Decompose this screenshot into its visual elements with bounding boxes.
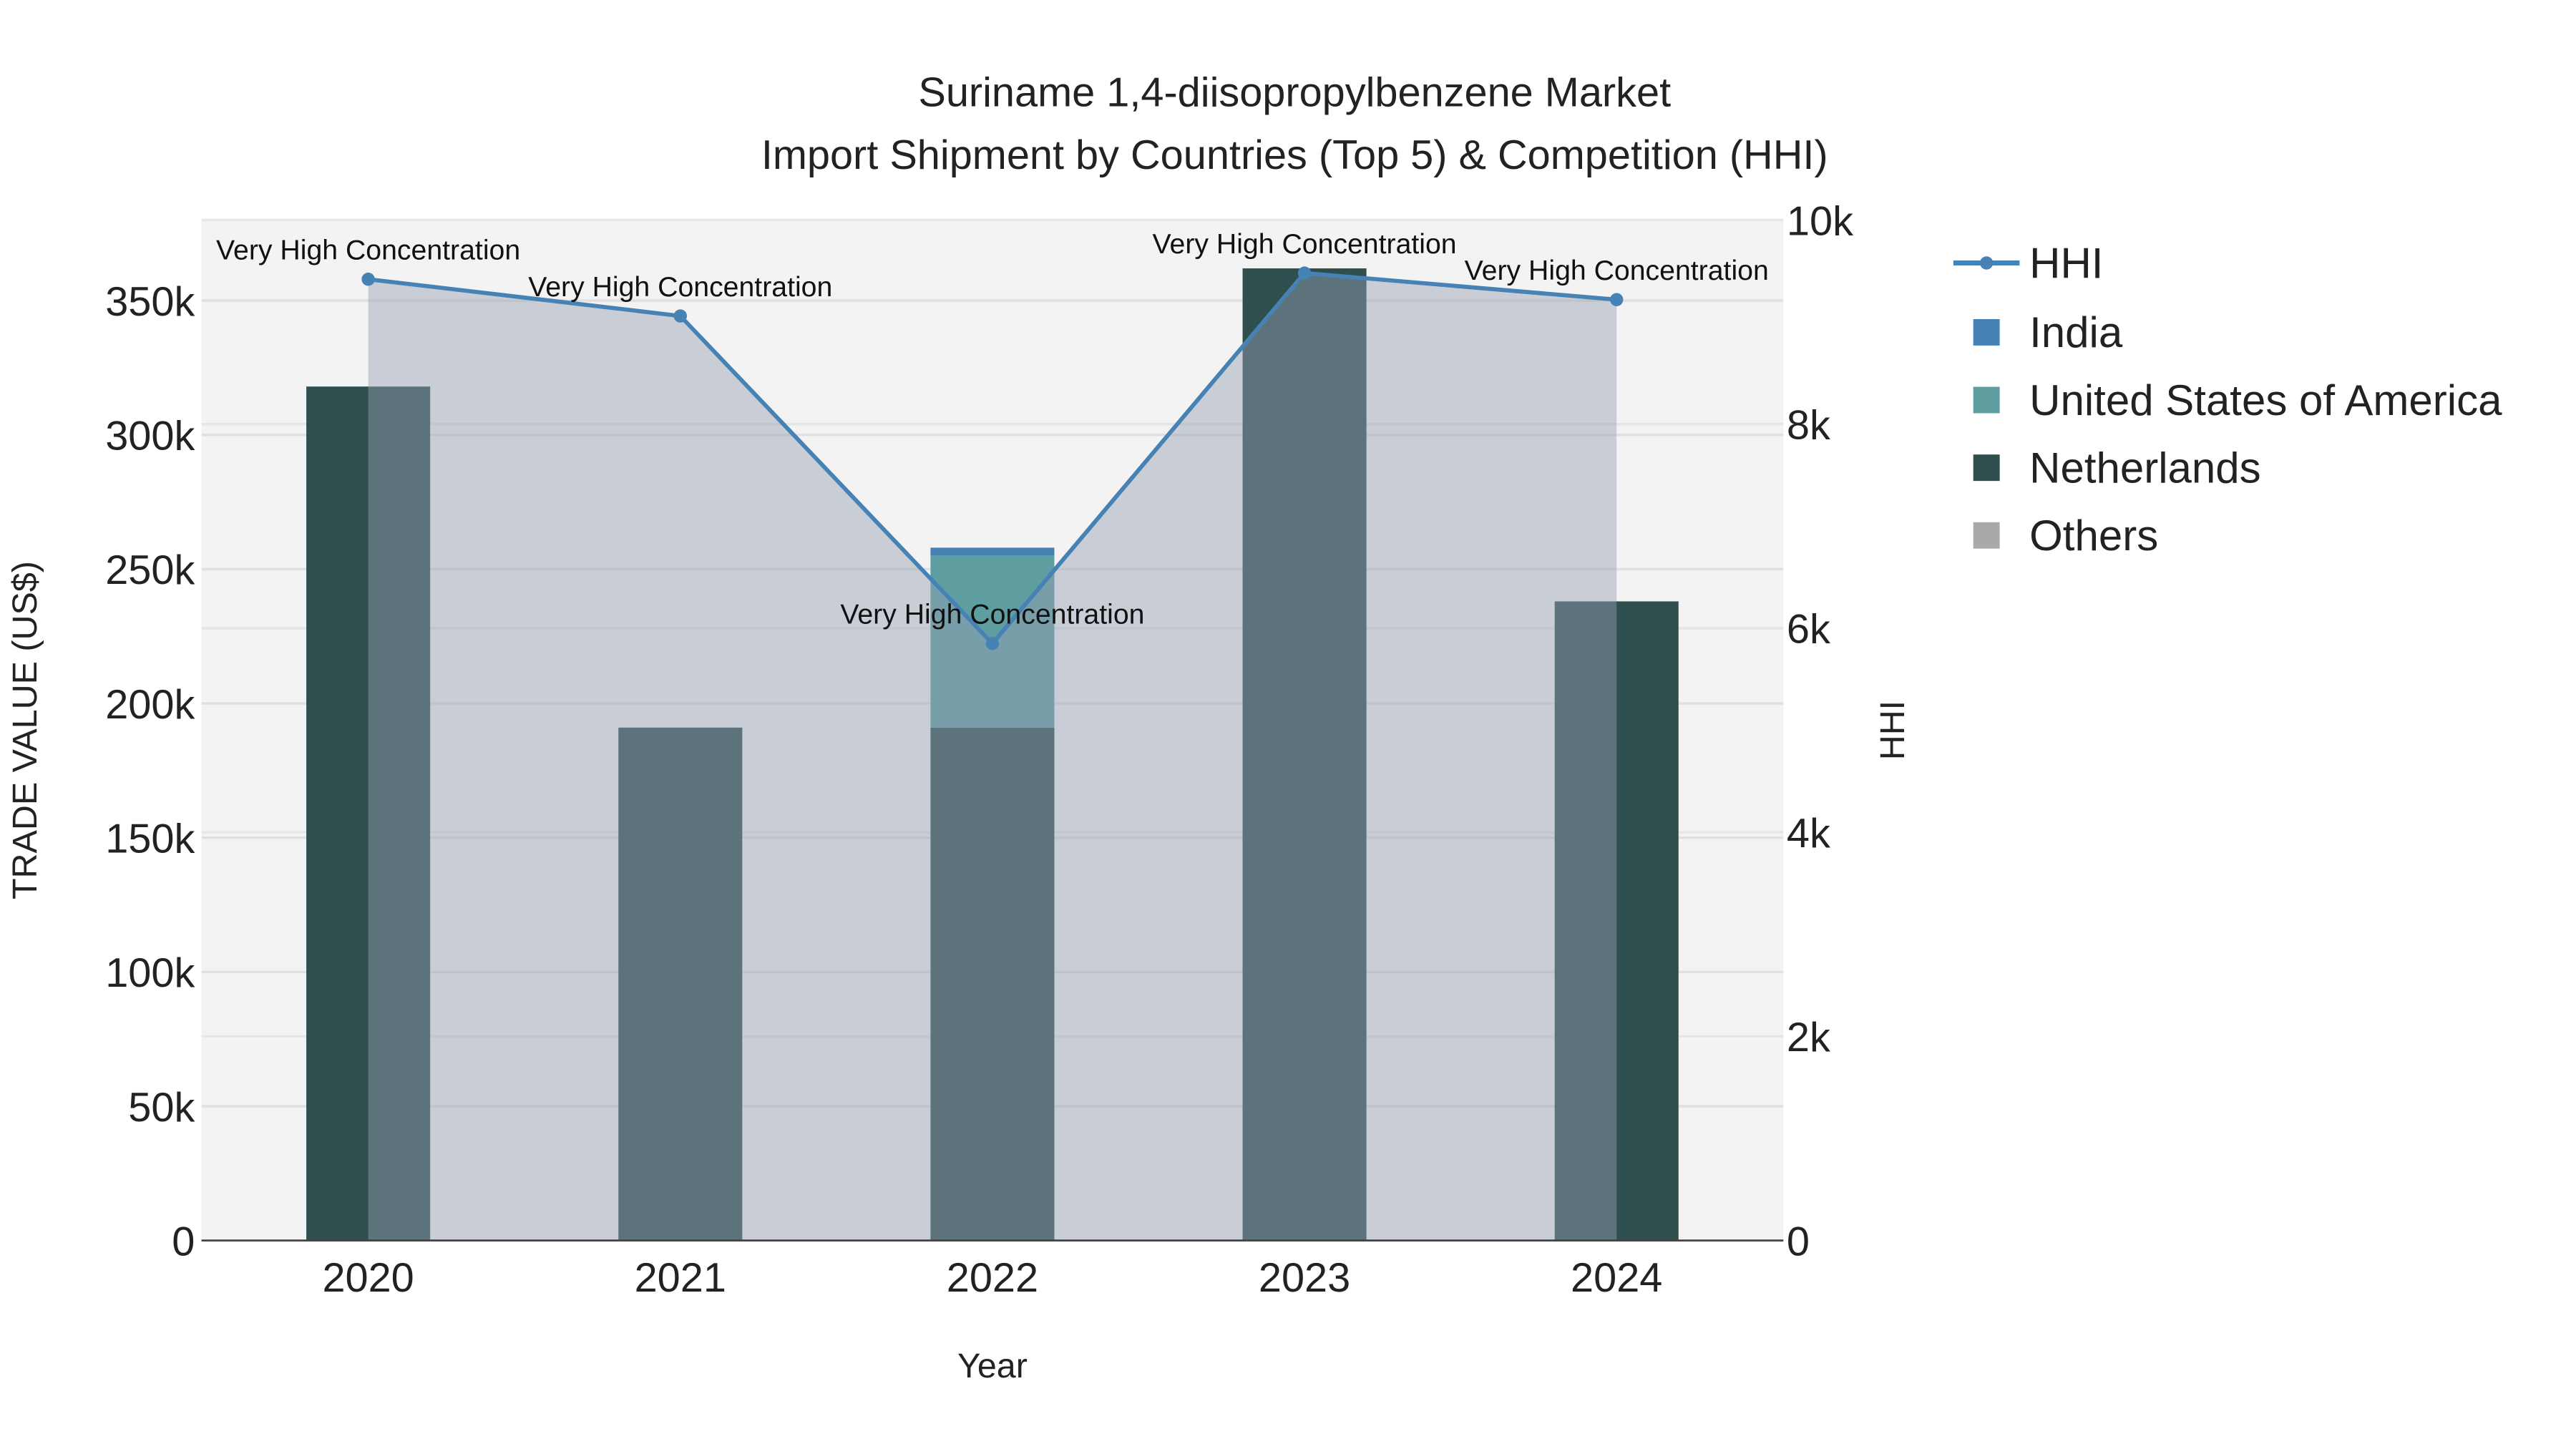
legend-swatch-icon: [1973, 522, 2000, 549]
y-axis-title: TRADE VALUE (US$): [6, 561, 44, 899]
y2-tick-label: 6k: [1787, 607, 1830, 653]
chart-svg: Suriname 1,4-diisopropylbenzene Market I…: [6, 69, 2502, 1385]
chart-subtitle: Import Shipment by Countries (Top 5) & C…: [761, 132, 1828, 178]
legend-label: HHI: [2029, 239, 2103, 287]
legend-swatch-icon: [1973, 318, 2000, 346]
legend: HHI India United States of America Netherla…: [1953, 239, 2502, 560]
hhi-point: [673, 309, 687, 323]
y-tick-label: 0: [172, 1219, 195, 1264]
legend-hhi-marker-icon: [1979, 256, 1994, 270]
x-axis-title: Year: [957, 1347, 1028, 1385]
hhi-annotation: Very High Concentration: [840, 599, 1144, 630]
hhi-point: [1610, 293, 1624, 306]
y2-tick-label: 2k: [1787, 1015, 1830, 1060]
legend-label: Others: [2029, 512, 2158, 560]
y-tick-label: 250k: [105, 547, 195, 593]
x-tick-label: 2022: [947, 1255, 1038, 1301]
y2-tick-label: 8k: [1787, 403, 1830, 449]
y-tick-label: 100k: [105, 950, 195, 996]
x-tick-label: 2023: [1259, 1255, 1350, 1301]
legend-swatch-icon: [1973, 454, 2000, 482]
hhi-annotation: Very High Concentration: [528, 271, 832, 303]
legend-label: India: [2029, 308, 2123, 356]
y2-tick-label: 10k: [1787, 198, 1853, 244]
y2-tick-label: 0: [1787, 1219, 1810, 1264]
x-tick-label: 2020: [322, 1255, 414, 1301]
y-tick-label: 50k: [128, 1085, 195, 1131]
x-tick-label: 2021: [635, 1255, 726, 1301]
hhi-annotation: Very High Concentration: [1465, 255, 1769, 286]
y-tick-label: 150k: [105, 816, 195, 862]
chart-container: Suriname 1,4-diisopropylbenzene Market I…: [0, 0, 2576, 1449]
hhi-point: [1297, 266, 1312, 280]
y2-axis-title: HHI: [1873, 701, 1912, 760]
hhi-point: [361, 272, 375, 286]
bar-india: [930, 547, 1055, 556]
legend-label: Netherlands: [2029, 444, 2261, 492]
hhi-annotation: Very High Concentration: [1153, 228, 1457, 260]
y2-tick-label: 4k: [1787, 811, 1830, 857]
legend-swatch-icon: [1973, 386, 2000, 414]
hhi-point: [985, 637, 1000, 650]
y-tick-label: 300k: [105, 414, 195, 459]
y-tick-label: 350k: [105, 279, 195, 325]
hhi-annotation: Very High Concentration: [216, 235, 520, 266]
x-tick-label: 2024: [1571, 1255, 1662, 1301]
y-tick-label: 200k: [105, 682, 195, 728]
legend-label: United States of America: [2029, 376, 2502, 424]
chart-title: Suriname 1,4-diisopropylbenzene Market: [918, 69, 1671, 115]
